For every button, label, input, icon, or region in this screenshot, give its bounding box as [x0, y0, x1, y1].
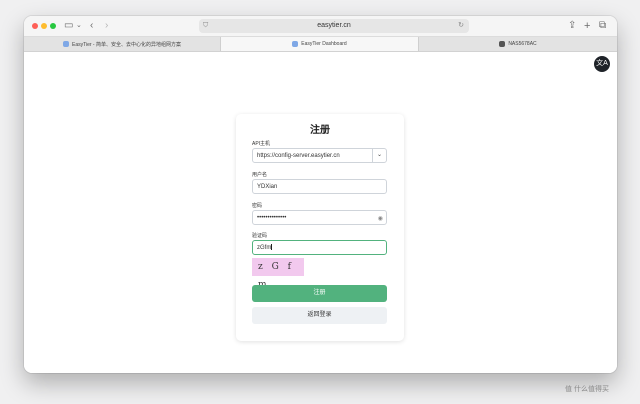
- password-value: ••••••••••••••: [257, 215, 287, 221]
- back-to-login-button[interactable]: 返回登录: [252, 307, 387, 324]
- tab-label: EasyTier Dashboard: [301, 41, 347, 47]
- username-value: YDXian: [257, 184, 278, 190]
- shield-icon: ⛉: [203, 22, 209, 29]
- api-host-label: API主机: [252, 141, 271, 147]
- nas-favicon-icon: [499, 41, 506, 47]
- tab-nas[interactable]: NAS5678AC: [419, 37, 617, 51]
- captcha-image[interactable]: z G f m: [252, 258, 304, 290]
- username-input[interactable]: YDXian: [252, 179, 387, 194]
- chevron-down-icon[interactable]: ⌄: [76, 19, 82, 33]
- tab-easytier-dashboard[interactable]: EasyTier Dashboard: [221, 37, 419, 51]
- chevron-down-icon[interactable]: ⌄: [372, 149, 386, 162]
- page-content: 文A 注册 API主机 https://config-server.easyti…: [24, 52, 617, 373]
- new-tab-icon[interactable]: +: [584, 19, 590, 33]
- share-icon[interactable]: ⇪: [568, 19, 576, 33]
- close-window-button[interactable]: [32, 23, 38, 29]
- forward-icon[interactable]: ›: [105, 19, 108, 33]
- tab-easytier-home[interactable]: EasyTier - 简单、安全、去中心化的异地组网方案: [24, 37, 221, 51]
- minimize-window-button[interactable]: [41, 23, 47, 29]
- sidebar-icon[interactable]: ▭: [64, 19, 73, 33]
- url-text: easytier.cn: [317, 22, 351, 29]
- register-button[interactable]: 注册: [252, 285, 387, 302]
- api-host-select[interactable]: https://config-server.easytier.cn ⌄: [252, 148, 387, 163]
- reload-icon[interactable]: ↻: [458, 19, 464, 33]
- browser-window: ▭ ⌄ ‹ › ⛉ easytier.cn ↻ ⇪ + ⧉ EasyTier -…: [24, 16, 617, 373]
- easytier-favicon-icon: [292, 41, 299, 47]
- api-host-value: https://config-server.easytier.cn: [257, 153, 340, 159]
- password-label: 密码: [252, 203, 263, 209]
- password-input[interactable]: •••••••••••••• ◉: [252, 210, 387, 225]
- translate-button[interactable]: 文A: [594, 56, 610, 72]
- address-bar[interactable]: ⛉ easytier.cn ↻: [199, 19, 469, 33]
- tab-overview-icon[interactable]: ⧉: [599, 19, 606, 33]
- captcha-label: 验证码: [252, 233, 268, 239]
- eye-icon[interactable]: ◉: [378, 212, 383, 227]
- easytier-favicon-icon: [63, 41, 69, 47]
- captcha-input[interactable]: zGfm: [252, 240, 387, 255]
- zoom-window-button[interactable]: [50, 23, 56, 29]
- text-cursor: [271, 244, 273, 251]
- browser-toolbar: ▭ ⌄ ‹ › ⛉ easytier.cn ↻ ⇪ + ⧉: [24, 16, 617, 37]
- tab-label: EasyTier - 简单、安全、去中心化的异地组网方案: [72, 41, 181, 48]
- tab-label: NAS5678AC: [508, 41, 537, 47]
- username-label: 用户名: [252, 172, 268, 178]
- tab-strip: EasyTier - 简单、安全、去中心化的异地组网方案 EasyTier Da…: [24, 37, 617, 52]
- back-icon[interactable]: ‹: [90, 19, 93, 33]
- watermark: 值 什么值得买: [565, 386, 609, 393]
- page-title: 注册: [310, 125, 330, 136]
- captcha-value: zGfm: [257, 245, 272, 251]
- register-card: 注册 API主机 https://config-server.easytier.…: [236, 114, 404, 341]
